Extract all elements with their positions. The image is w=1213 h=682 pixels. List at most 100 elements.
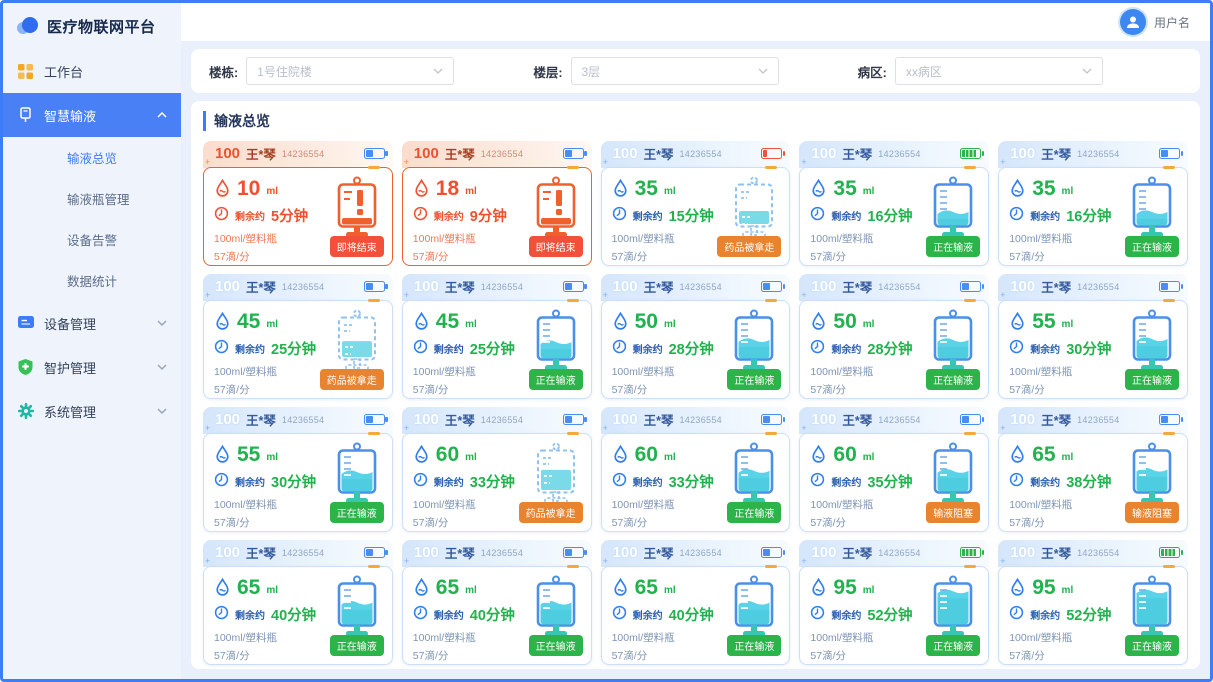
status-badge: 正在输液 bbox=[330, 502, 384, 523]
user-avatar[interactable] bbox=[1120, 9, 1146, 35]
status-badge: 正在输液 bbox=[330, 635, 384, 656]
filter-ward: 病区: xx病区 bbox=[858, 57, 1182, 85]
remaining-volume: 95 bbox=[833, 577, 856, 599]
iv-bag-icon bbox=[331, 442, 383, 508]
remaining-prefix: 剩余约 bbox=[831, 341, 861, 356]
sidebar-item-nursing-management[interactable]: 智护管理 bbox=[3, 345, 181, 389]
clock-icon bbox=[810, 605, 825, 625]
sidebar-item-bottle-management[interactable]: 输液瓶管理 bbox=[3, 178, 181, 219]
infusion-card[interactable]: + 100 王*琴 14236554 65 ml 剩余约 38分钟 100ml/… bbox=[998, 407, 1188, 532]
iv-bag-icon bbox=[530, 176, 582, 242]
iv-bag-icon bbox=[331, 309, 383, 375]
remaining-prefix: 剩余约 bbox=[831, 474, 861, 489]
battery-icon bbox=[364, 281, 385, 292]
chevron-down-icon bbox=[433, 68, 443, 74]
sidebar-item-device-alarms[interactable]: 设备告警 bbox=[3, 219, 181, 260]
iv-bag-icon bbox=[927, 176, 979, 242]
battery-icon bbox=[761, 148, 782, 159]
floor-select[interactable]: 3层 bbox=[571, 57, 779, 85]
remaining-minutes: 16分钟 bbox=[867, 205, 912, 226]
status-badge: 正在输液 bbox=[1125, 236, 1179, 257]
patient-name: 王*琴 bbox=[1041, 277, 1071, 296]
infusion-card[interactable]: + 100 王*琴 14236554 35 ml 剩余约 16分钟 100ml/… bbox=[799, 141, 989, 266]
ward-select[interactable]: xx病区 bbox=[895, 57, 1103, 85]
status-badge: 药品被拿走 bbox=[519, 502, 583, 523]
building-select[interactable]: 1号住院楼 bbox=[246, 57, 454, 85]
card-header: + 100 王*琴 14236554 bbox=[601, 407, 791, 434]
volume-unit: ml bbox=[266, 186, 278, 197]
card-body: 55 ml 剩余约 30分钟 100ml/塑料瓶 57滴/分 正在输液 bbox=[998, 300, 1188, 399]
status-badge: 正在输液 bbox=[926, 635, 980, 656]
infusion-card[interactable]: + 100 王*琴 14236554 55 ml 剩余约 30分钟 100ml/… bbox=[998, 274, 1188, 399]
patient-name: 王*琴 bbox=[644, 144, 674, 163]
infusion-card[interactable]: + 100 王*琴 14236554 55 ml 剩余约 30分钟 100ml/… bbox=[203, 407, 393, 532]
sidebar-item-device-management[interactable]: 设备管理 bbox=[3, 301, 181, 345]
remaining-volume: 55 bbox=[1032, 311, 1055, 333]
card-header: + 100 王*琴 14236554 bbox=[998, 540, 1188, 567]
sidebar-item-label: 设备管理 bbox=[44, 314, 96, 333]
card-header: + 100 王*琴 14236554 bbox=[998, 274, 1188, 301]
sidebar-item-smart-infusion[interactable]: 智慧输液 bbox=[3, 93, 181, 137]
card-body: 18 ml 剩余约 9分钟 100ml/塑料瓶 57滴/分 即将结束 bbox=[402, 167, 592, 266]
infusion-card[interactable]: + 100 王*琴 14236554 95 ml 剩余约 52分钟 100ml/… bbox=[799, 540, 989, 665]
battery-icon bbox=[761, 281, 782, 292]
clock-icon bbox=[810, 206, 825, 226]
chevron-down-icon bbox=[157, 408, 167, 414]
corner-dash bbox=[567, 565, 579, 568]
card-score: 100 bbox=[414, 278, 439, 295]
patient-id: 14236554 bbox=[878, 149, 920, 159]
infusion-card[interactable]: + 100 王*琴 14236554 45 ml 剩余约 25分钟 100ml/… bbox=[402, 274, 592, 399]
clock-icon bbox=[810, 339, 825, 359]
battery-icon bbox=[960, 547, 981, 558]
patient-name: 王*琴 bbox=[246, 144, 276, 163]
corner-dash bbox=[567, 299, 579, 302]
remaining-prefix: 剩余约 bbox=[434, 208, 464, 223]
sidebar-item-system-management[interactable]: 系统管理 bbox=[3, 389, 181, 433]
infusion-card[interactable]: + 100 王*琴 14236554 50 ml 剩余约 28分钟 100ml/… bbox=[601, 274, 791, 399]
infusion-card[interactable]: + 100 王*琴 14236554 18 ml 剩余约 9分钟 100ml/塑… bbox=[402, 141, 592, 266]
infusion-card[interactable]: + 100 王*琴 14236554 65 ml 剩余约 40分钟 100ml/… bbox=[601, 540, 791, 665]
water-drop-icon bbox=[413, 445, 430, 464]
card-score: 100 bbox=[215, 411, 240, 428]
chevron-up-icon bbox=[157, 112, 167, 118]
corner-dash bbox=[964, 166, 976, 169]
username-label[interactable]: 用户名 bbox=[1154, 14, 1190, 31]
infusion-card[interactable]: + 100 王*琴 14236554 65 ml 剩余约 40分钟 100ml/… bbox=[402, 540, 592, 665]
patient-name: 王*琴 bbox=[644, 543, 674, 562]
status-badge: 药品被拿走 bbox=[717, 236, 781, 257]
remaining-minutes: 33分钟 bbox=[470, 471, 515, 492]
infusion-card[interactable]: + 100 王*琴 14236554 35 ml 剩余约 16分钟 100ml/… bbox=[998, 141, 1188, 266]
infusion-card[interactable]: + 100 王*琴 14236554 65 ml 剩余约 40分钟 100ml/… bbox=[203, 540, 393, 665]
infusion-card[interactable]: + 100 王*琴 14236554 10 ml 剩余约 5分钟 100ml/塑… bbox=[203, 141, 393, 266]
infusion-card[interactable]: + 100 王*琴 14236554 95 ml 剩余约 52分钟 100ml/… bbox=[998, 540, 1188, 665]
infusion-card[interactable]: + 100 王*琴 14236554 60 ml 剩余约 33分钟 100ml/… bbox=[402, 407, 592, 532]
water-drop-icon bbox=[214, 445, 231, 464]
card-header: + 100 王*琴 14236554 bbox=[402, 141, 592, 168]
iv-bag-icon bbox=[1126, 309, 1178, 375]
infusion-card[interactable]: + 100 王*琴 14236554 45 ml 剩余约 25分钟 100ml/… bbox=[203, 274, 393, 399]
sidebar-item-infusion-overview[interactable]: 输液总览 bbox=[3, 137, 181, 178]
remaining-prefix: 剩余约 bbox=[235, 341, 265, 356]
sidebar-item-workbench[interactable]: 工作台 bbox=[3, 49, 181, 93]
remaining-prefix: 剩余约 bbox=[434, 474, 464, 489]
patient-id: 14236554 bbox=[680, 415, 722, 425]
plus-icon: + bbox=[801, 158, 806, 167]
infusion-card[interactable]: + 100 王*琴 14236554 35 ml 剩余约 15分钟 100ml/… bbox=[601, 141, 791, 266]
card-body: 65 ml 剩余约 38分钟 100ml/塑料瓶 57滴/分 输液阻塞 bbox=[998, 433, 1188, 532]
volume-unit: ml bbox=[266, 585, 278, 596]
infusion-card[interactable]: + 100 王*琴 14236554 60 ml 剩余约 35分钟 100ml/… bbox=[799, 407, 989, 532]
plus-icon: + bbox=[404, 557, 409, 566]
sidebar-item-data-statistics[interactable]: 数据统计 bbox=[3, 260, 181, 301]
remaining-volume: 10 bbox=[237, 178, 260, 200]
battery-icon bbox=[364, 148, 385, 159]
corner-dash bbox=[368, 565, 380, 568]
filter-label: 病区: bbox=[858, 62, 887, 81]
remaining-prefix: 剩余约 bbox=[633, 341, 663, 356]
water-drop-icon bbox=[1009, 179, 1026, 198]
infusion-card[interactable]: + 100 王*琴 14236554 50 ml 剩余约 28分钟 100ml/… bbox=[799, 274, 989, 399]
plus-icon: + bbox=[801, 291, 806, 300]
remaining-minutes: 5分钟 bbox=[271, 205, 308, 226]
card-header: + 100 王*琴 14236554 bbox=[203, 141, 393, 168]
infusion-card[interactable]: + 100 王*琴 14236554 60 ml 剩余约 33分钟 100ml/… bbox=[601, 407, 791, 532]
water-drop-icon bbox=[612, 312, 629, 331]
